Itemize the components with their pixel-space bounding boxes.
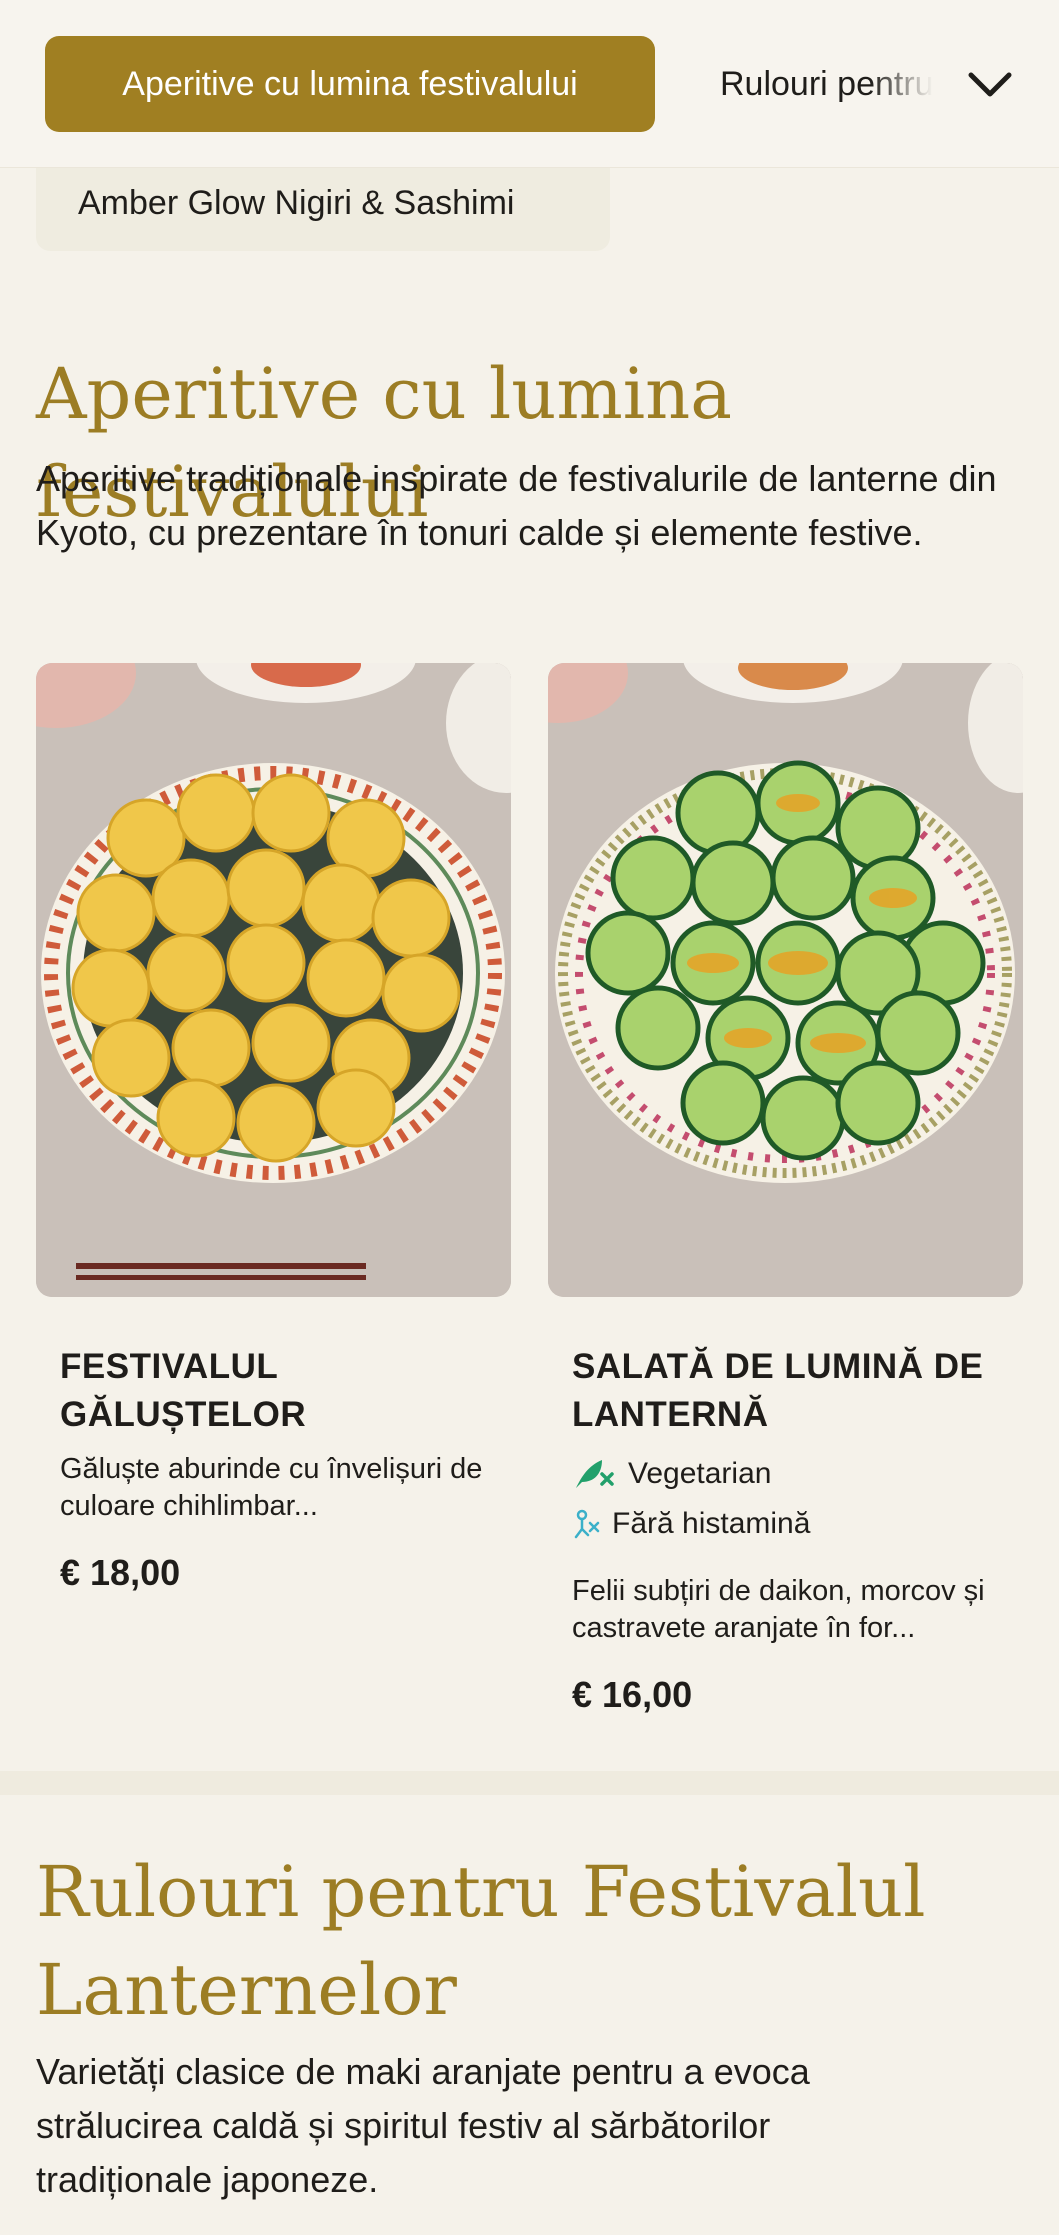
item-price: € 16,00 <box>572 1674 693 1715</box>
item-price: € 18,00 <box>60 1552 181 1593</box>
category-nav: Aperitive cu lumina festivalului Rulouri… <box>0 0 1059 168</box>
tab-overflow-fade <box>870 36 960 132</box>
expand-categories-button[interactable] <box>955 50 1025 120</box>
section-divider <box>0 1771 1059 1795</box>
tag-label: Vegetarian <box>628 1457 772 1490</box>
menu-item-card[interactable]: SALATĂ DE LUMINĂ DE LANTERNĂ Vegetarian … <box>548 663 1023 1753</box>
dietary-tag: Fără histamină <box>572 1499 1012 1549</box>
section-description-rolls: Varietăți clasice de maki aranjate pentr… <box>36 2051 810 2200</box>
chevron-down-icon <box>968 72 1012 97</box>
histamine-free-icon <box>574 1509 600 1539</box>
dumplings-photo <box>36 663 511 1297</box>
menu-item-info: SALATĂ DE LUMINĂ DE LANTERNĂ Vegetarian … <box>572 1343 1012 1717</box>
section-title-rolls: Rulouri pentru Festivalul Lanternelor <box>36 1851 926 2031</box>
item-description: Găluște aburinde cu învelișuri de culoar… <box>60 1453 483 1522</box>
section-description-appetizers: Aperitive tradiționale inspirate de fest… <box>36 458 997 553</box>
menu-item-info: FESTIVALUL GĂLUȘTELOR Găluște aburinde c… <box>60 1343 500 1595</box>
salad-photo <box>548 663 1023 1297</box>
menu-item-card[interactable]: FESTIVALUL GĂLUȘTELOR Găluște aburinde c… <box>36 663 511 1623</box>
subcategory-chip[interactable]: Amber Glow Nigiri & Sashimi <box>36 168 610 251</box>
leaf-icon <box>576 1460 614 1488</box>
item-name: FESTIVALUL GĂLUȘTELOR <box>60 1347 307 1434</box>
item-name: SALATĂ DE LUMINĂ DE LANTERNĂ <box>572 1347 984 1434</box>
category-tab-active[interactable]: Aperitive cu lumina festivalului <box>45 36 655 132</box>
tag-label: Fără histamină <box>612 1507 811 1540</box>
item-description: Felii subțiri de daikon, morcov și castr… <box>572 1575 985 1644</box>
dietary-tag: Vegetarian <box>572 1449 1012 1499</box>
